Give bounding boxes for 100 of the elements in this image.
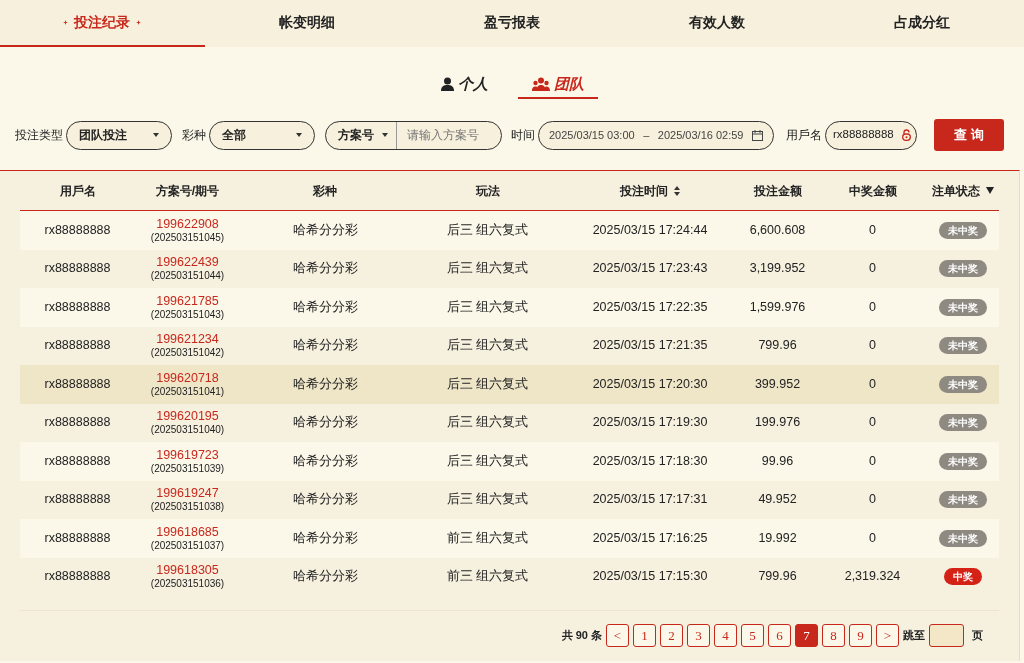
plan-number[interactable]: 199618685 (156, 525, 219, 540)
page-button[interactable]: 8 (822, 624, 845, 647)
page-button[interactable]: 2 (660, 624, 683, 647)
person-icon (440, 77, 454, 91)
table-cell-text: 0 (869, 452, 876, 470)
table-cell-text: 1,599.976 (749, 298, 806, 316)
table-cell-text: 后三 组六复式 (446, 491, 529, 509)
table-cell-text: 后三 组六复式 (446, 452, 529, 470)
filter-label: 投注类型 (15, 127, 63, 144)
caret-icon (296, 133, 302, 137)
table-cell-text: 0 (869, 260, 876, 278)
table-cell-text: 后三 组六复式 (446, 260, 529, 278)
column-header: 彩种 (313, 182, 337, 200)
table-cell-text: 哈希分分彩 (292, 337, 358, 355)
plan-number[interactable]: 199621234 (156, 333, 219, 348)
table-cell-text: 0 (869, 375, 876, 393)
nav-tab[interactable]: 盈亏报表 (409, 0, 615, 47)
dropdown[interactable]: 团队投注 (66, 120, 172, 150)
table-cell-text: 2025/03/15 17:21:35 (592, 337, 708, 355)
table-row[interactable]: rx88888888 199620718 (202503151041) 哈希分分彩 后三 组六复式 2025/03/15 17:20:30 399.952 0 未中奖 (20, 365, 999, 404)
column-header: 中奖金额 (848, 182, 897, 200)
table-row[interactable]: rx88888888 199618685 (202503151037) 哈希分分彩 前三 组六复式 2025/03/15 17:16:25 19.992 0 未中奖 (20, 519, 999, 558)
table-cell-text: 后三 组六复式 (446, 337, 529, 355)
status-tag: 未中奖 (938, 452, 987, 470)
status-tag: 未中奖 (938, 221, 987, 239)
plan-number[interactable]: 199622908 (156, 217, 219, 232)
filter-label: 时间 (511, 127, 535, 144)
issue-number: (202503151041) (150, 385, 225, 397)
star-icon (63, 20, 69, 25)
page-button[interactable]: 6 (768, 624, 791, 647)
table-cell-text: 后三 组六复式 (446, 221, 529, 239)
column-header: 投注金额 (753, 182, 802, 200)
table-row[interactable]: rx88888888 199619723 (202503151039) 哈希分分彩 后三 组六复式 2025/03/15 17:18:30 99.96 0 未中奖 (20, 442, 999, 481)
plan-number[interactable]: 199620718 (156, 371, 219, 386)
issue-number: (202503151042) (150, 347, 225, 359)
previous-page-button[interactable]: < (606, 624, 629, 647)
plan-number[interactable]: 199619247 (156, 487, 219, 502)
page-button[interactable]: 4 (714, 624, 737, 647)
table-cell-text: 0 (869, 298, 876, 316)
plan-number[interactable]: 199621785 (156, 294, 219, 309)
nav-tab[interactable]: 有效人数 (614, 0, 820, 47)
issue-number: (202503151036) (150, 578, 225, 590)
jump-label: 跳至 (903, 628, 925, 644)
star-icon (136, 20, 142, 25)
sort-icon[interactable] (674, 185, 680, 196)
status-tag: 未中奖 (938, 491, 987, 509)
table-cell-text: 2,319.324 (844, 568, 901, 586)
date-range-field[interactable]: 2025/03/15 03:00 – 2025/03/16 02:59 (538, 120, 774, 150)
plan-number[interactable]: 199618305 (156, 564, 219, 579)
plan-search-field[interactable]: 方案号 请输入方案号 (325, 120, 502, 150)
column-header: 玩法 (475, 182, 500, 200)
nav-tab[interactable]: 占成分红 (819, 0, 1024, 47)
column-header: 投注时间 (620, 182, 668, 200)
total-count: 共 90 条 (561, 628, 602, 644)
page-button[interactable]: 1 (633, 624, 656, 647)
table-cell-text: 后三 组六复式 (446, 298, 529, 316)
status-tag: 未中奖 (938, 414, 987, 432)
table-cell-text: 799.96 (758, 568, 797, 586)
table-cell-text: rx88888888 (44, 375, 111, 393)
next-page-button[interactable]: > (876, 624, 899, 647)
page-number-field[interactable] (929, 624, 964, 647)
table-row[interactable]: rx88888888 199621785 (202503151043) 哈希分分彩 后三 组六复式 2025/03/15 17:22:35 1,599.976 0 未中奖 (20, 288, 999, 327)
query-button[interactable]: 查 询 (934, 119, 1004, 151)
table-cell-text: rx88888888 (44, 298, 111, 316)
scope-tab[interactable]: 个人 (426, 71, 502, 99)
plan-number[interactable]: 199622439 (156, 256, 219, 271)
page-button[interactable]: 3 (687, 624, 710, 647)
table-cell-text: 哈希分分彩 (292, 529, 358, 547)
issue-number: (202503151043) (150, 308, 225, 320)
caret-icon (382, 133, 388, 137)
filter-label: 用戶名 (786, 127, 822, 144)
table-cell-text: 2025/03/15 17:19:30 (592, 414, 708, 432)
table-cell-text: rx88888888 (44, 414, 111, 432)
plan-type-dropdown[interactable]: 方案号 (326, 121, 397, 149)
dropdown[interactable]: 全部 (209, 120, 315, 150)
nav-tab[interactable]: 投注纪录 (0, 0, 205, 47)
page-button[interactable]: 7 (795, 624, 818, 647)
status-tag: 未中奖 (938, 337, 987, 355)
plan-number[interactable]: 199620195 (156, 410, 219, 425)
plan-number[interactable]: 199619723 (156, 448, 219, 463)
username-field[interactable]: rx88888888 (825, 120, 917, 150)
nav-tab[interactable]: 帐变明细 (204, 0, 410, 47)
table-cell-text: 哈希分分彩 (292, 491, 358, 509)
table-cell-text: 后三 组六复式 (446, 414, 529, 432)
table-cell-text: rx88888888 (44, 337, 111, 355)
table-row[interactable]: rx88888888 199622908 (202503151045) 哈希分分彩 后三 组六复式 2025/03/15 17:24:44 6,600.608 0 未中奖 (20, 211, 999, 250)
table-cell-text: 哈希分分彩 (292, 221, 358, 239)
table-cell-text: 0 (869, 337, 876, 355)
table-cell-text: 前三 组六复式 (446, 529, 529, 547)
status-tag: 未中奖 (938, 375, 987, 393)
scope-tab[interactable]: 团队 (517, 71, 598, 99)
table-cell-text: 2025/03/15 17:18:30 (592, 452, 708, 470)
table-cell-text: rx88888888 (44, 529, 111, 547)
issue-number: (202503151039) (150, 462, 225, 474)
table-cell-text: 哈希分分彩 (292, 568, 358, 586)
filter-icon[interactable] (985, 187, 994, 194)
calendar-icon (752, 129, 763, 141)
table-cell-text: 哈希分分彩 (292, 452, 358, 470)
page-button[interactable]: 5 (741, 624, 764, 647)
page-button[interactable]: 9 (849, 624, 872, 647)
